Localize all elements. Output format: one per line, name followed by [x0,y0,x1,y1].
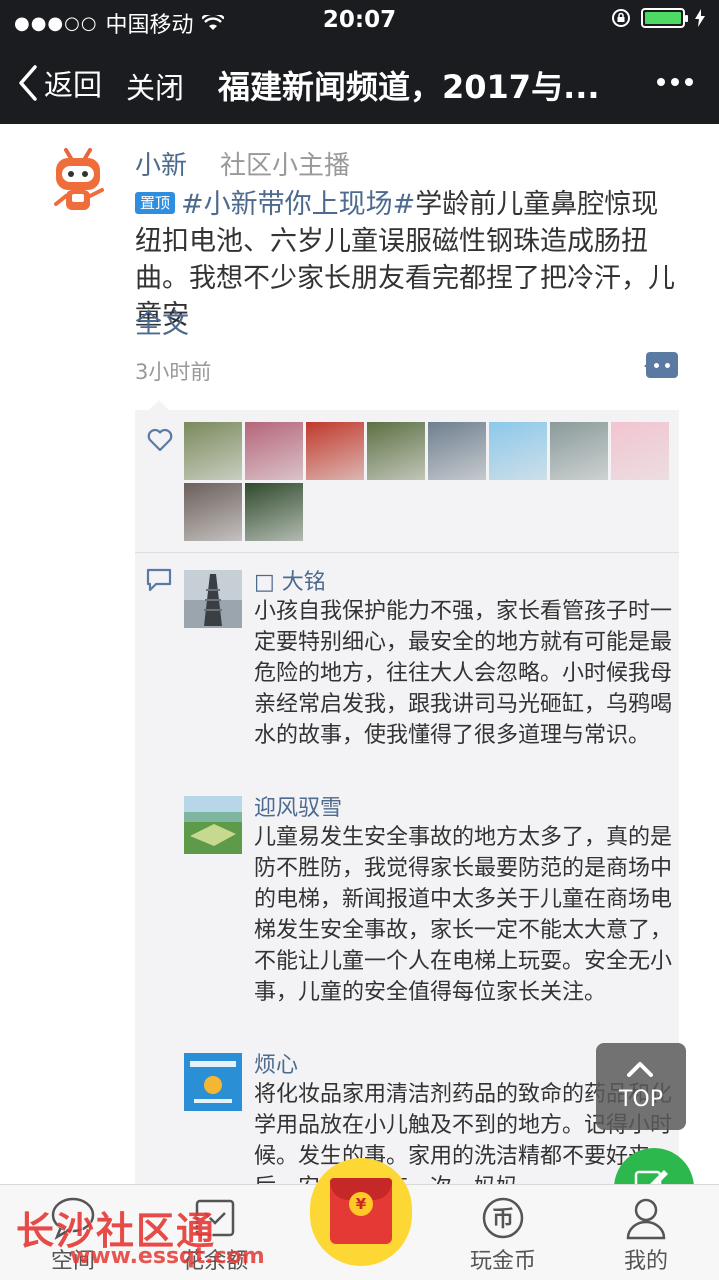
author-avatar[interactable] [46,146,110,216]
pinned-badge: 置顶 [135,192,176,214]
rotation-lock-icon [612,9,630,27]
page-title: 福建新闻频道，2017与... [218,68,600,106]
like-heart-icon [147,428,173,452]
back-button[interactable]: 返回 [18,62,102,104]
more-options-button[interactable] [657,78,693,86]
user-profile-icon [626,1198,666,1240]
liker-avatar[interactable] [611,422,669,480]
tab-label: 玩金币 [469,1249,536,1274]
liker-avatar[interactable] [428,422,486,480]
liker-avatar[interactable] [550,422,608,480]
battery-icon [641,8,688,28]
post-body: 置顶 #小新带你上现场#学龄前儿童鼻腔惊现纽扣电池、六岁儿童误服磁性钢珠造成肠扭曲… [135,186,685,334]
red-envelope-icon: ¥ [330,1178,392,1244]
charging-icon [695,9,705,27]
watermark-url: www.essqt.com [70,1244,265,1269]
comment-text: 儿童易发生安全事故的地方太多了，真的是防不胜防，我觉得家长最要防范的是商场中的电… [254,825,673,1005]
topic-hashtag[interactable]: #小新带你上现场# [181,189,415,220]
back-label: 返回 [44,68,103,102]
more-dot-icon [657,78,665,86]
chevron-left-icon [19,65,37,101]
liker-avatar[interactable] [184,422,242,480]
red-packet-button[interactable]: ¥ [310,1158,412,1266]
chevron-up-icon [627,1062,653,1077]
commenter-avatar[interactable] [184,796,242,854]
coin-icon: 币 [482,1197,524,1239]
likes-avatar-list [184,422,674,541]
full-text-link[interactable]: 全文 [135,302,189,341]
comment-action-icon[interactable] [644,352,678,378]
comment-text: 小孩自我保护能力不强，家长看管孩子时一定要特别细心，最安全的地方就有可能是最危险… [254,599,673,748]
liker-avatar[interactable] [245,422,303,480]
commenter-avatar[interactable] [184,570,242,628]
post-timestamp: 3小时前 [135,360,212,384]
commenter-name[interactable]: 烦心 [254,1047,298,1079]
more-dot-icon [671,78,679,86]
commenter-avatar[interactable] [184,1053,242,1111]
tab-me[interactable]: 我的 [576,1185,716,1280]
comment-bubble-icon [146,568,172,592]
yuan-coin-icon: ¥ [349,1192,373,1216]
liker-avatar[interactable] [367,422,425,480]
commenter-name[interactable]: □ 大铭 [254,564,326,596]
author-title: 社区小主播 [220,151,351,181]
more-dot-icon [685,78,693,86]
divider [135,552,679,553]
status-bar: ●●●○○ 中国移动 20:07 [0,0,719,40]
commenter-name[interactable]: 迎风驭雪 [254,790,342,822]
close-button[interactable]: 关闭 [126,65,184,107]
tab-coins[interactable]: 币 玩金币 [433,1185,573,1280]
liker-avatar[interactable] [184,483,242,541]
liker-avatar[interactable] [245,483,303,541]
liker-avatar[interactable] [306,422,364,480]
top-label: TOP [618,1087,664,1112]
liker-avatar[interactable] [489,422,547,480]
svg-text:币: 币 [492,1207,514,1232]
author-name[interactable]: 小新 [135,145,187,182]
nav-bar: 返回 关闭 福建新闻频道，2017与... [0,40,719,124]
tab-label: 我的 [623,1249,668,1274]
scroll-to-top-button[interactable]: TOP [596,1043,686,1130]
